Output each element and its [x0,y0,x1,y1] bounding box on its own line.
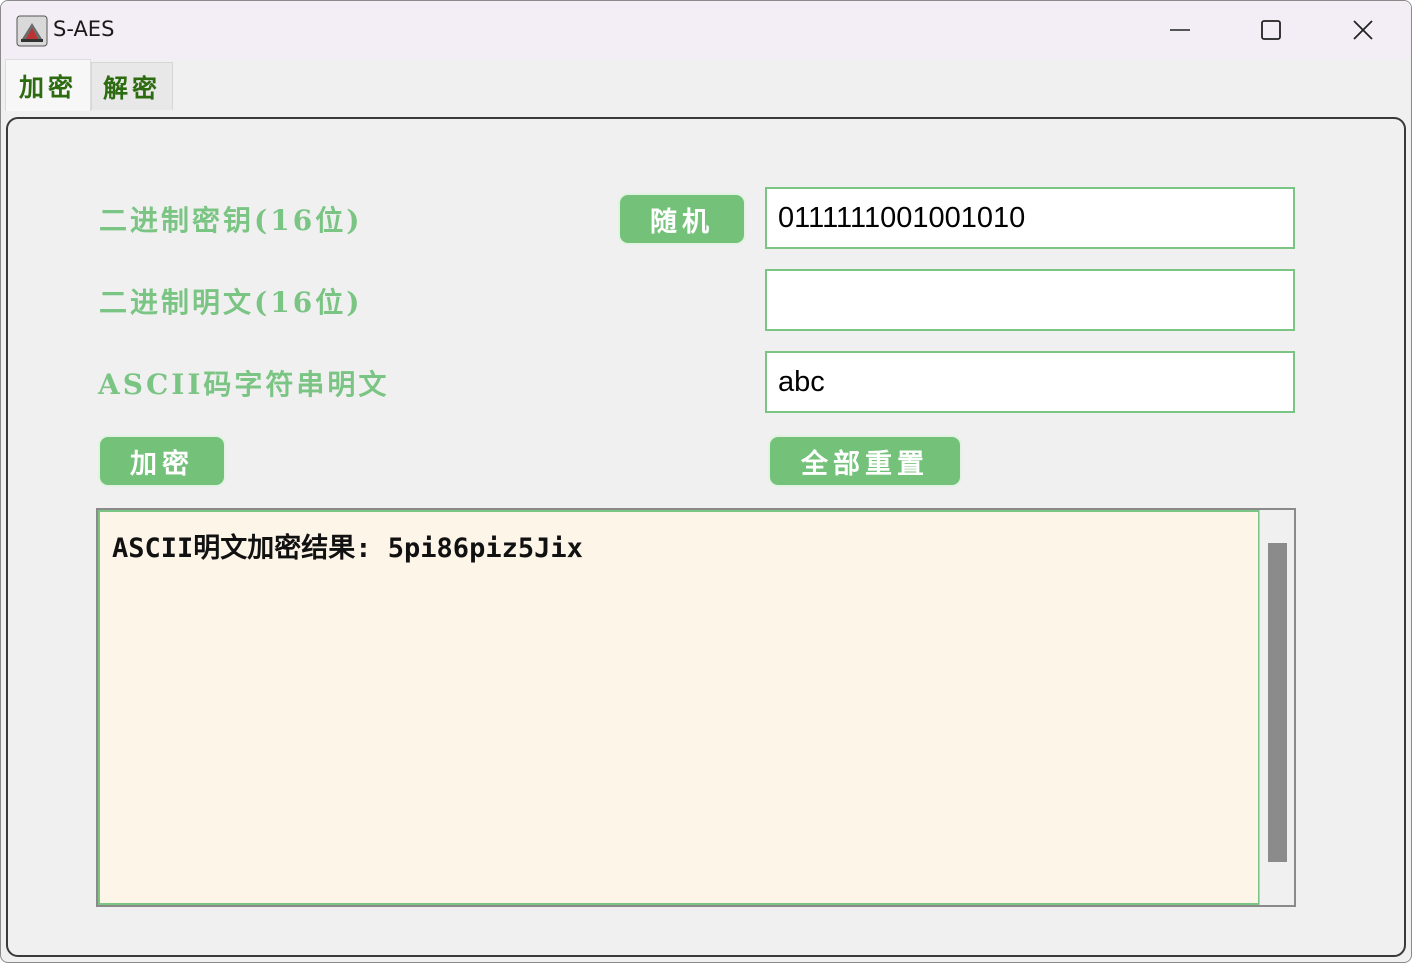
window-title: S-AES [53,17,115,41]
vertical-scrollbar[interactable] [1259,510,1294,905]
minimize-button[interactable] [1134,1,1226,59]
tab-bar: 加密 解密 [1,59,1411,111]
key-label: 二进制密钥(16位) [99,204,363,237]
ascii-plaintext-label: ASCII码字符串明文 [98,368,390,401]
maximize-button[interactable] [1225,1,1317,59]
plaintext-input[interactable] [765,269,1295,331]
key-input[interactable]: 0111111001001010 [765,187,1295,249]
maximize-icon [1261,20,1281,40]
tab-encrypt[interactable]: 加密 [5,59,91,111]
close-icon [1353,20,1373,40]
scrollbar-thumb[interactable] [1268,543,1287,862]
java-app-icon [16,15,48,47]
plaintext-label: 二进制明文(16位) [99,286,363,319]
result-text-area-content[interactable]: ASCII明文加密结果: 5pi86piz5Jix [98,510,1260,905]
ascii-plaintext-input[interactable]: abc [765,351,1295,413]
reset-all-button[interactable]: 全部重置 [768,435,962,487]
result-textarea[interactable]: ASCII明文加密结果: 5pi86piz5Jix [96,508,1296,907]
minimize-icon [1170,29,1190,31]
tab-decrypt[interactable]: 解密 [91,62,173,110]
app-window: S-AES 加密 解密 二进制密钥(16位) 随机 二进制明文(16位) ASC… [0,0,1412,963]
title-bar[interactable]: S-AES [1,1,1411,59]
encrypt-button[interactable]: 加密 [98,435,226,487]
random-key-button[interactable]: 随机 [618,193,746,245]
result-text: ASCII明文加密结果: 5pi86piz5Jix [112,533,583,564]
close-button[interactable] [1317,1,1409,59]
